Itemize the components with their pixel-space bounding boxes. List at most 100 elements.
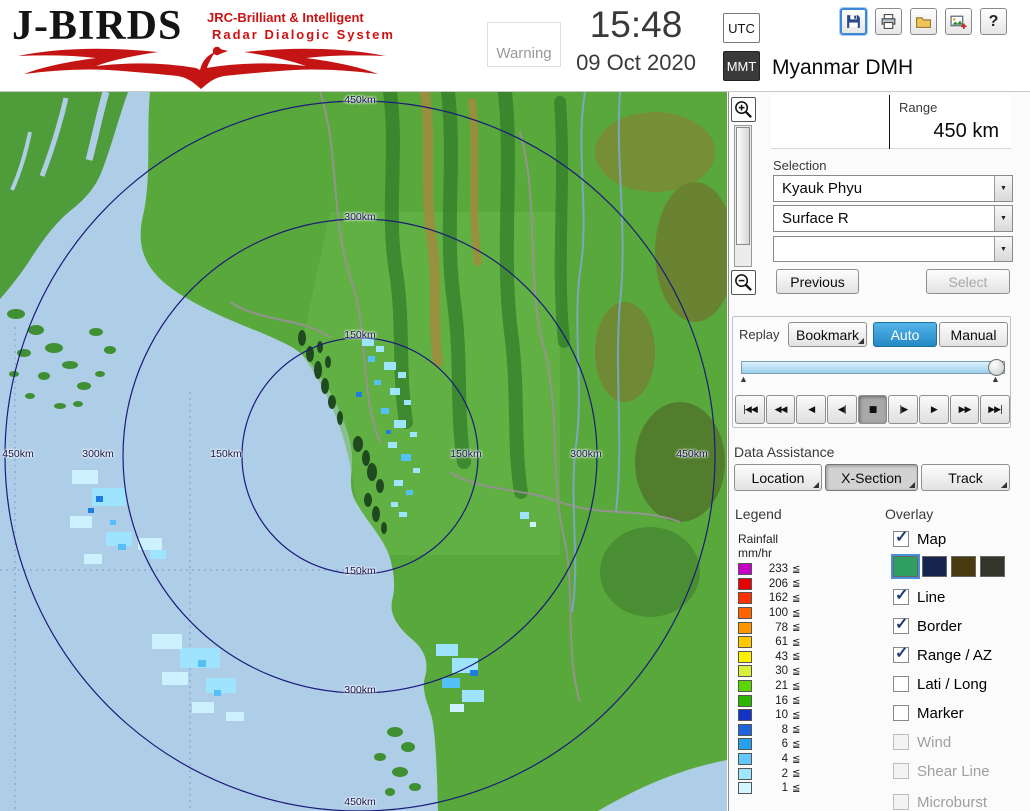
zoom-in-button[interactable] xyxy=(731,97,756,122)
bookmark-button[interactable]: Bookmark xyxy=(788,322,867,347)
map-style-swatch-olive[interactable] xyxy=(951,556,976,577)
xsection-button[interactable]: X-Section xyxy=(825,464,918,491)
skip-to-start-button[interactable]: |◀◀ xyxy=(735,395,765,424)
legend-value: 233 xyxy=(758,563,788,575)
overlay-item-line[interactable]: ✓ Line xyxy=(893,587,945,607)
map-style-swatch-dark[interactable] xyxy=(980,556,1005,577)
extra-dropdown-value xyxy=(774,237,994,261)
range-az-checkbox[interactable]: ✓ xyxy=(893,647,909,663)
site-dropdown[interactable]: Kyauk Phyu ▼ xyxy=(773,175,1013,202)
check-icon: ✓ xyxy=(895,527,908,547)
track-button[interactable]: Track xyxy=(921,464,1010,491)
legend-value: 30 xyxy=(758,665,788,677)
location-button[interactable]: Location xyxy=(734,464,822,491)
warning-label: Warning xyxy=(496,45,551,62)
map-checkbox[interactable]: ✓ xyxy=(893,531,909,547)
legend-color-swatch xyxy=(738,724,752,736)
help-button[interactable]: ? xyxy=(980,8,1007,35)
skip-to-end-button[interactable]: ▶▶| xyxy=(980,395,1010,424)
help-icon: ? xyxy=(989,13,999,31)
ring-label-450-bottom: 450km xyxy=(340,796,380,808)
step-forward-button[interactable]: |▶ xyxy=(888,395,918,424)
auto-button[interactable]: Auto xyxy=(873,322,937,347)
leq-symbol: ≦ xyxy=(792,637,800,648)
overlay-item-label: Map xyxy=(917,531,946,548)
open-folder-button[interactable] xyxy=(910,8,937,35)
map-style-swatch-green[interactable] xyxy=(893,556,918,577)
radar-map-display[interactable]: 450km 300km 150km 150km 300km 450km 450k… xyxy=(0,92,727,811)
save-button[interactable] xyxy=(840,8,867,35)
overlay-label: Overlay xyxy=(885,506,933,522)
overlay-item-marker[interactable]: ✓ Marker xyxy=(893,703,964,723)
logo-subtitle-1: JRC-Brilliant & Intelligent xyxy=(207,10,364,25)
logo-subtitle-2: Radar Dialogic System xyxy=(212,27,395,42)
floppy-disk-icon xyxy=(845,13,862,30)
legend-color-swatch xyxy=(738,738,752,750)
legend-value: 162 xyxy=(758,592,788,604)
manual-button[interactable]: Manual xyxy=(939,322,1008,347)
range-display: Range 450 km xyxy=(771,95,1011,149)
step-back-button[interactable]: ◀| xyxy=(827,395,857,424)
print-button[interactable] xyxy=(875,8,902,35)
export-image-button[interactable] xyxy=(945,8,972,35)
overlay-item-shear-line: ✓ Shear Line xyxy=(893,761,990,781)
overlay-item-label: Microburst xyxy=(917,794,987,811)
legend-row: 233≦ xyxy=(738,562,800,577)
lati-long-checkbox[interactable]: ✓ xyxy=(893,676,909,692)
fast-rewind-button[interactable]: ◀◀ xyxy=(766,395,796,424)
leq-symbol: ≦ xyxy=(792,754,800,765)
folder-icon xyxy=(915,13,932,30)
chevron-down-icon[interactable]: ▼ xyxy=(994,237,1012,261)
mmt-toggle-button[interactable]: MMT xyxy=(723,51,760,81)
legend-unit-line1: Rainfall xyxy=(738,532,778,546)
magnifier-minus-icon xyxy=(733,272,754,293)
zoom-out-button[interactable] xyxy=(731,270,756,295)
overlay-item-label: Range / AZ xyxy=(917,647,992,664)
zoom-slider-track[interactable] xyxy=(734,125,752,267)
zoom-slider-handle[interactable] xyxy=(736,127,750,245)
range-value: 450 km xyxy=(933,120,999,143)
replay-timeline-slider[interactable] xyxy=(741,361,1005,374)
select-button[interactable]: Select xyxy=(926,269,1010,294)
legend-color-swatch xyxy=(738,768,752,780)
product-dropdown[interactable]: Surface R ▼ xyxy=(773,205,1013,232)
clock-date: 09 Oct 2020 xyxy=(564,50,708,76)
chevron-down-icon[interactable]: ▼ xyxy=(994,176,1012,201)
ring-label-450-top: 450km xyxy=(340,94,380,106)
extra-dropdown[interactable]: ▼ xyxy=(773,236,1013,262)
overlay-item-lati-long[interactable]: ✓ Lati / Long xyxy=(893,674,987,694)
legend-color-swatch xyxy=(738,680,752,692)
border-checkbox[interactable]: ✓ xyxy=(893,618,909,634)
fast-forward-button[interactable]: ▶▶ xyxy=(950,395,980,424)
line-checkbox[interactable]: ✓ xyxy=(893,589,909,605)
overlay-item-range-az[interactable]: ✓ Range / AZ xyxy=(893,645,992,665)
leq-symbol: ≦ xyxy=(792,651,800,662)
overlay-item-map[interactable]: ✓ Map xyxy=(893,529,946,549)
leq-symbol: ≦ xyxy=(792,724,800,735)
previous-button[interactable]: Previous xyxy=(776,269,859,294)
map-style-swatch-navy[interactable] xyxy=(922,556,947,577)
legend-value: 78 xyxy=(758,622,788,634)
control-panel: Range 450 km Selection Kyauk Phyu ▼ Surf… xyxy=(728,92,1030,811)
overlay-item-border[interactable]: ✓ Border xyxy=(893,616,962,636)
play-button[interactable]: ▶ xyxy=(919,395,949,424)
play-reverse-button[interactable]: ◀ xyxy=(796,395,826,424)
utc-toggle-button[interactable]: UTC xyxy=(723,13,760,43)
timeline-start-marker-icon: ▲ xyxy=(739,374,748,384)
legend-unit-line2: mm/hr xyxy=(738,546,772,560)
legend-row: 10≦ xyxy=(738,708,800,723)
rainfall-legend: 233≦ 206≦ 162≦ 100≦ 78≦ 61≦ 43≦ 30≦ 21≦ … xyxy=(738,562,800,796)
chevron-down-icon[interactable]: ▼ xyxy=(994,206,1012,231)
legend-color-swatch xyxy=(738,782,752,794)
marker-checkbox[interactable]: ✓ xyxy=(893,705,909,721)
legend-color-swatch xyxy=(738,651,752,663)
legend-value: 8 xyxy=(758,724,788,736)
legend-color-swatch xyxy=(738,578,752,590)
stop-button[interactable]: ■ xyxy=(858,395,888,424)
toolbar: ? xyxy=(840,8,1007,35)
overlay-item-microburst: ✓ Microburst xyxy=(893,792,987,811)
legend-color-swatch xyxy=(738,665,752,677)
leq-symbol: ≦ xyxy=(792,783,800,794)
timeline-end-marker-icon: ▲ xyxy=(991,374,1000,384)
leq-symbol: ≦ xyxy=(792,681,800,692)
